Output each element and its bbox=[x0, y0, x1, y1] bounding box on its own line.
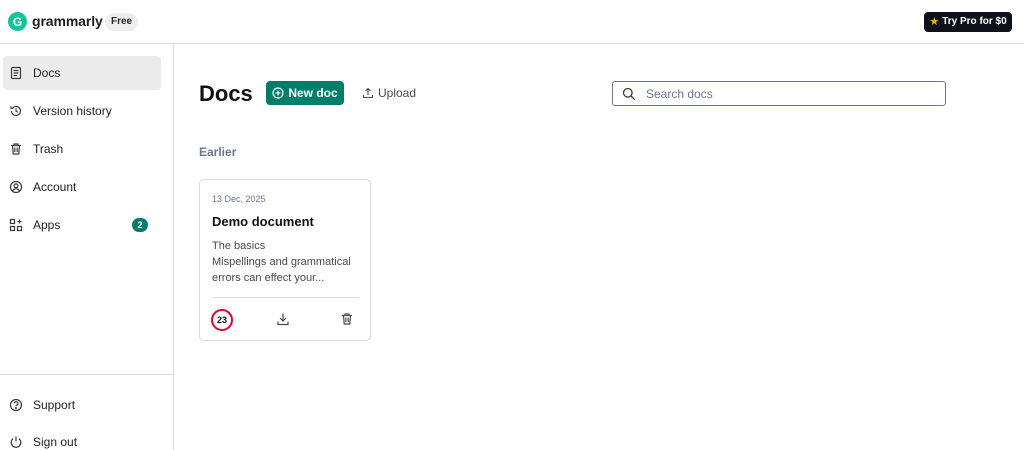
download-icon[interactable] bbox=[276, 312, 290, 326]
upload-button[interactable]: Upload bbox=[362, 81, 416, 105]
new-doc-label: New doc bbox=[288, 86, 338, 100]
sidebar-item-label: Support bbox=[33, 398, 76, 412]
sidebar-item-label: Docs bbox=[33, 66, 61, 80]
new-doc-button[interactable]: New doc bbox=[266, 81, 344, 105]
try-pro-button[interactable]: ★ Try Pro for $0 bbox=[924, 12, 1012, 32]
card-divider bbox=[212, 297, 359, 298]
excerpt-line: Mispellings and grammatical bbox=[212, 256, 351, 268]
sidebar-item-trash[interactable]: Trash bbox=[3, 132, 161, 166]
history-icon bbox=[9, 104, 23, 118]
sidebar: Docs Version history Trash Account Apps … bbox=[0, 44, 174, 450]
sidebar-item-sign-out[interactable]: Sign out bbox=[3, 425, 161, 450]
excerpt-line: The basics bbox=[212, 240, 266, 252]
search-icon bbox=[622, 87, 636, 101]
try-pro-label: Try Pro for $0 bbox=[942, 16, 1007, 27]
sidebar-item-apps[interactable]: Apps 2 bbox=[3, 208, 161, 242]
grammarly-logo-icon[interactable]: G bbox=[8, 12, 27, 31]
apps-count-badge: 2 bbox=[132, 218, 148, 232]
search-box[interactable] bbox=[612, 81, 946, 106]
doc-excerpt: The basics Mispellings and grammatical e… bbox=[212, 238, 362, 286]
sidebar-item-account[interactable]: Account bbox=[3, 170, 161, 204]
sidebar-item-label: Apps bbox=[33, 218, 61, 232]
apps-icon bbox=[9, 218, 23, 232]
sidebar-item-version-history[interactable]: Version history bbox=[3, 94, 161, 128]
doc-title[interactable]: Demo document bbox=[212, 214, 314, 229]
account-icon bbox=[9, 180, 23, 194]
sidebar-item-label: Account bbox=[33, 180, 77, 194]
upload-icon bbox=[362, 87, 374, 99]
plus-circle-icon bbox=[272, 87, 284, 99]
power-icon bbox=[9, 435, 23, 449]
plan-badge: Free bbox=[105, 13, 139, 31]
trash-icon[interactable] bbox=[340, 312, 354, 326]
sidebar-divider bbox=[0, 374, 173, 375]
trash-icon bbox=[9, 142, 23, 156]
help-icon bbox=[9, 398, 23, 412]
sidebar-item-label: Version history bbox=[33, 104, 112, 118]
document-icon bbox=[9, 66, 23, 80]
sidebar-item-label: Trash bbox=[33, 142, 64, 156]
page-title: Docs bbox=[199, 81, 253, 106]
logo-text[interactable]: grammarly bbox=[32, 13, 103, 29]
doc-card[interactable]: 13 Dec, 2025 Demo document The basics Mi… bbox=[199, 179, 371, 341]
sidebar-item-docs[interactable]: Docs bbox=[3, 56, 161, 90]
sidebar-item-support[interactable]: Support bbox=[3, 388, 161, 422]
upload-label: Upload bbox=[378, 86, 417, 100]
logo-letter: G bbox=[12, 14, 23, 29]
top-header: G grammarly Free ★ Try Pro for $0 bbox=[0, 0, 1024, 44]
search-input[interactable] bbox=[646, 86, 926, 101]
doc-date: 13 Dec, 2025 bbox=[212, 194, 266, 204]
excerpt-line: errors can effect your... bbox=[212, 272, 325, 284]
star-icon: ★ bbox=[929, 16, 940, 28]
section-label-earlier: Earlier bbox=[199, 145, 237, 159]
score-badge[interactable]: 23 bbox=[211, 309, 233, 331]
sidebar-item-label: Sign out bbox=[33, 435, 78, 449]
